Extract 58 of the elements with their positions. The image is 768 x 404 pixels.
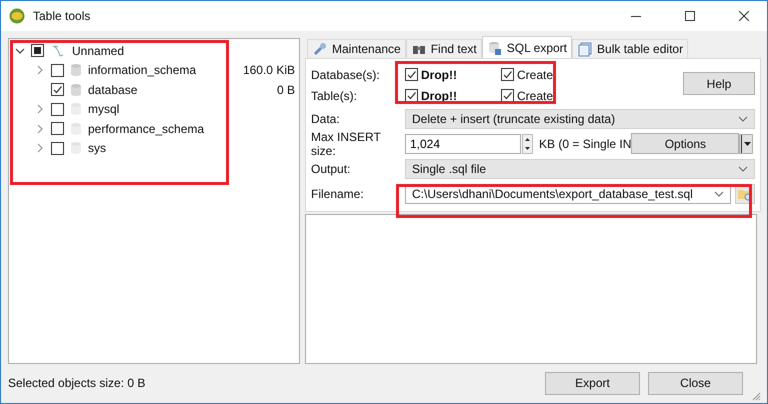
dialog-button[interactable]: Close: [648, 372, 743, 394]
table-icon: [577, 41, 594, 57]
chevron-down-icon: [738, 114, 748, 124]
tree-item[interactable]: sys: [88, 141, 106, 156]
number-input[interactable]: 1,024: [405, 134, 521, 154]
dropdown[interactable]: Delete + insert (truncate existing data): [405, 108, 755, 128]
field-label: Output:: [311, 162, 352, 176]
checkbox[interactable]: [405, 68, 418, 81]
size-text: 160.0 KiB: [242, 63, 295, 78]
chevron-down-icon: [738, 164, 748, 174]
status-text: Selected objects size: 0 B: [8, 376, 146, 390]
hint-text: KB (0 = Single IN: [539, 136, 632, 150]
dropdown[interactable]: Single .sql file: [405, 158, 755, 178]
tree-item[interactable]: database: [88, 82, 138, 97]
checkbox[interactable]: [51, 83, 64, 96]
spinner-icon: [522, 134, 533, 154]
checkbox[interactable]: [501, 68, 514, 81]
checkbox-label: Create: [517, 88, 554, 102]
options-button[interactable]: Options: [631, 133, 740, 154]
checkbox[interactable]: [405, 89, 418, 102]
tab[interactable]: SQL export: [482, 36, 572, 58]
checkbox-label: Drop!!: [421, 68, 457, 82]
checkbox[interactable]: [51, 102, 64, 116]
size-text: 0 B: [276, 82, 295, 97]
field-label: Max INSERT size:: [311, 130, 382, 158]
field-label: Database(s):: [311, 68, 381, 82]
app-logo-icon: [9, 8, 25, 24]
checkbox[interactable]: [51, 142, 64, 155]
chevron-down-icon: [714, 188, 724, 198]
check-icon: [406, 69, 417, 80]
field-label: Table(s):: [311, 88, 358, 102]
tree-item[interactable]: mysql: [88, 102, 120, 116]
help-button[interactable]: Help: [683, 72, 755, 95]
check-icon: [502, 69, 513, 80]
tab[interactable]: Find text: [406, 39, 482, 58]
checkbox[interactable]: [501, 89, 514, 102]
window-title: Table tools: [33, 9, 90, 23]
check-icon: [406, 90, 417, 101]
tree-item[interactable]: performance_schema: [88, 122, 204, 136]
tree-item[interactable]: Unnamed: [72, 44, 124, 58]
checkbox-label: Drop!!: [421, 88, 457, 102]
field-label: Filename:: [311, 186, 365, 200]
resize-grip-icon: [751, 391, 761, 401]
tree-item[interactable]: information_schema: [88, 63, 196, 78]
close-icon: [739, 11, 749, 21]
check-icon: [502, 90, 513, 101]
database-icon: [486, 40, 503, 56]
dialog-button[interactable]: Export: [545, 372, 640, 394]
checkbox[interactable]: [31, 44, 44, 58]
tab[interactable]: Maintenance: [307, 39, 406, 58]
wrench-icon: [312, 41, 328, 57]
maximize-icon: [685, 11, 695, 21]
tab[interactable]: Bulk table editor: [572, 39, 688, 58]
checkbox[interactable]: [51, 64, 64, 77]
checkbox[interactable]: [51, 122, 64, 136]
checkbox-label: Create: [517, 68, 554, 82]
field-label: Data:: [311, 112, 341, 126]
check-icon: [52, 84, 63, 96]
